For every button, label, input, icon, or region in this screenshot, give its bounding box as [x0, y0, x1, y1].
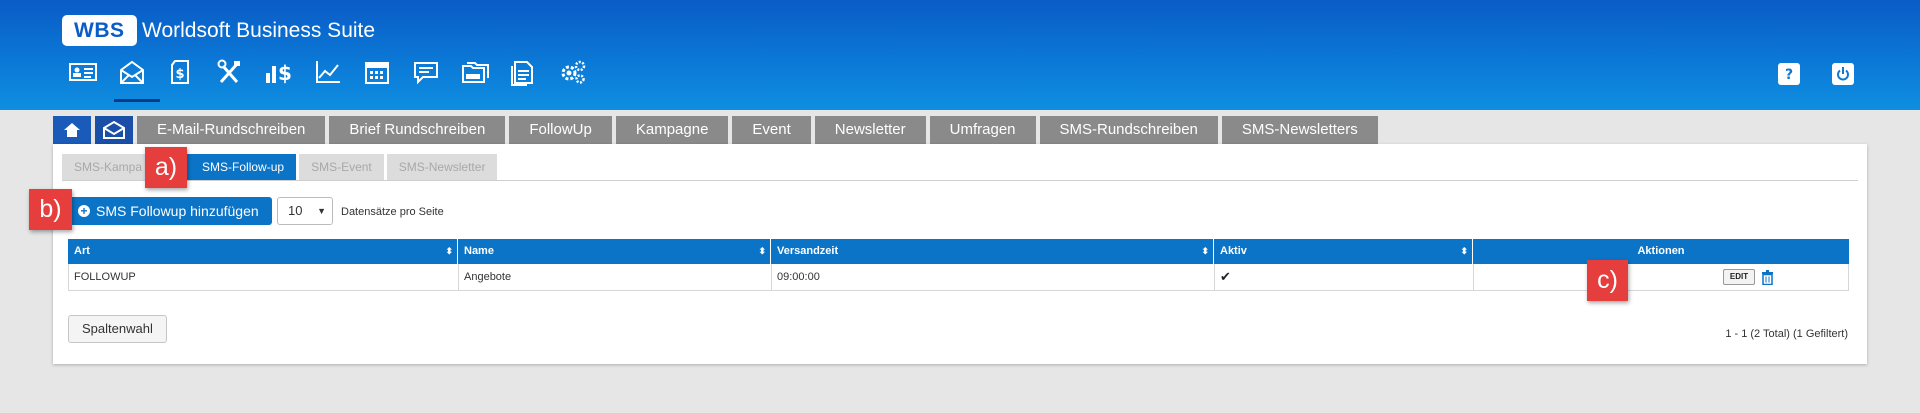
divider: [62, 180, 1858, 181]
add-sms-followup-button[interactable]: + SMS Followup hinzufügen: [69, 197, 272, 225]
app-title: Worldsoft Business Suite: [142, 19, 376, 42]
cell-versandzeit: 09:00:00: [772, 264, 1215, 290]
module-tabs: E-Mail-Rundschreiben Brief Rundschreiben…: [53, 116, 1382, 144]
tab-event[interactable]: Event: [732, 116, 811, 144]
page-size-select[interactable]: 10 ▼: [277, 197, 333, 225]
subtab-sms-event[interactable]: SMS-Event: [299, 154, 384, 180]
documents-icon[interactable]: [499, 58, 548, 92]
sort-icon: ⬍: [1201, 246, 1209, 256]
sales-chart-dollar-icon[interactable]: $: [254, 58, 303, 92]
tools-icon[interactable]: [205, 58, 254, 92]
calendar-icon[interactable]: [352, 58, 401, 92]
tab-umfragen[interactable]: Umfragen: [929, 116, 1036, 144]
cell-art: FOLLOWUP: [69, 264, 459, 290]
header-label: Versandzeit: [777, 245, 839, 257]
cell-aktionen: EDIT: [1474, 264, 1848, 290]
newsletter-mail-icon: [103, 120, 125, 139]
column-header-art[interactable]: Art ⬍: [68, 239, 458, 264]
help-icon[interactable]: ?: [1778, 63, 1800, 85]
sub-tabs: SMS-Kampa SMS-Follow-up SMS-Event SMS-Ne…: [62, 154, 500, 180]
table-row[interactable]: FOLLOWUP Angebote 09:00:00 ✔ EDIT: [68, 264, 1849, 291]
subtab-sms-newsletter[interactable]: SMS-Newsletter: [386, 154, 498, 180]
tab-sms-newsletters[interactable]: SMS-Newsletters: [1221, 116, 1378, 144]
sort-icon: ⬍: [445, 246, 453, 256]
power-icon[interactable]: [1832, 63, 1854, 85]
message-icon[interactable]: [401, 58, 450, 92]
header-label: Art: [74, 245, 90, 257]
tab-email-rundschreiben[interactable]: E-Mail-Rundschreiben: [137, 116, 326, 144]
callout-c: c): [1587, 260, 1628, 301]
cell-aktiv: ✔: [1215, 264, 1474, 290]
svg-text:$: $: [278, 61, 292, 85]
pagination-info: 1 - 1 (2 Total) (1 Gefiltert): [1725, 328, 1848, 340]
plus-circle-icon: +: [78, 205, 90, 217]
add-button-label: SMS Followup hinzufügen: [96, 203, 259, 219]
app-header: WBS Worldsoft Business Suite $ $ ?: [0, 0, 1920, 110]
svg-text:$: $: [175, 67, 184, 82]
page-size-value: 10: [288, 203, 303, 218]
statistics-line-icon[interactable]: [303, 58, 352, 92]
settings-gears-icon[interactable]: [548, 58, 597, 92]
column-header-aktionen: Aktionen: [1637, 245, 1685, 257]
finance-document-icon[interactable]: $: [156, 58, 205, 92]
column-header-aktiv[interactable]: Aktiv ⬍: [1214, 239, 1473, 264]
table-header: Art ⬍ Name ⬍ Versandzeit ⬍ Aktiv ⬍ Aktionen: [68, 239, 1849, 264]
caret-down-icon: ▼: [317, 206, 326, 216]
tab-followup[interactable]: FollowUp: [509, 116, 612, 144]
newsletter-mail-icon[interactable]: [107, 58, 160, 102]
content-panel: SMS-Kampa SMS-Follow-up SMS-Event SMS-Ne…: [53, 144, 1867, 364]
callout-a: a): [145, 147, 187, 188]
checkmark-icon: ✔: [1220, 269, 1231, 284]
home-icon: [64, 123, 80, 137]
tab-sms-rundschreiben[interactable]: SMS-Rundschreiben: [1039, 116, 1218, 144]
module-nav: $ $: [58, 58, 597, 102]
sort-icon: ⬍: [758, 246, 766, 256]
edit-button[interactable]: EDIT: [1722, 269, 1756, 285]
column-header-versandzeit[interactable]: Versandzeit ⬍: [771, 239, 1214, 264]
folders-icon[interactable]: [450, 58, 499, 92]
header-label: Name: [464, 245, 494, 257]
column-select-button[interactable]: Spaltenwahl: [68, 315, 167, 343]
column-header-name[interactable]: Name ⬍: [458, 239, 771, 264]
callout-b: b): [29, 189, 72, 230]
wbs-logo[interactable]: WBS: [62, 15, 137, 46]
newsletter-module-tab[interactable]: [95, 116, 133, 144]
per-page-label: Datensätze pro Seite: [341, 206, 444, 218]
tab-kampagne[interactable]: Kampagne: [615, 116, 729, 144]
followup-table: Art ⬍ Name ⬍ Versandzeit ⬍ Aktiv ⬍ Aktionen …: [68, 239, 1849, 291]
home-tab[interactable]: [53, 116, 91, 144]
svg-text:?: ?: [1785, 67, 1793, 82]
subtab-sms-kampagne[interactable]: SMS-Kampa: [62, 154, 155, 180]
tab-newsletter[interactable]: Newsletter: [814, 116, 926, 144]
delete-icon[interactable]: [1761, 269, 1774, 285]
sort-icon: ⬍: [1460, 246, 1468, 256]
cell-name: Angebote: [459, 264, 772, 290]
header-label: Aktiv: [1220, 245, 1247, 257]
tab-brief-rundschreiben[interactable]: Brief Rundschreiben: [329, 116, 506, 144]
contacts-card-icon[interactable]: [58, 58, 107, 92]
